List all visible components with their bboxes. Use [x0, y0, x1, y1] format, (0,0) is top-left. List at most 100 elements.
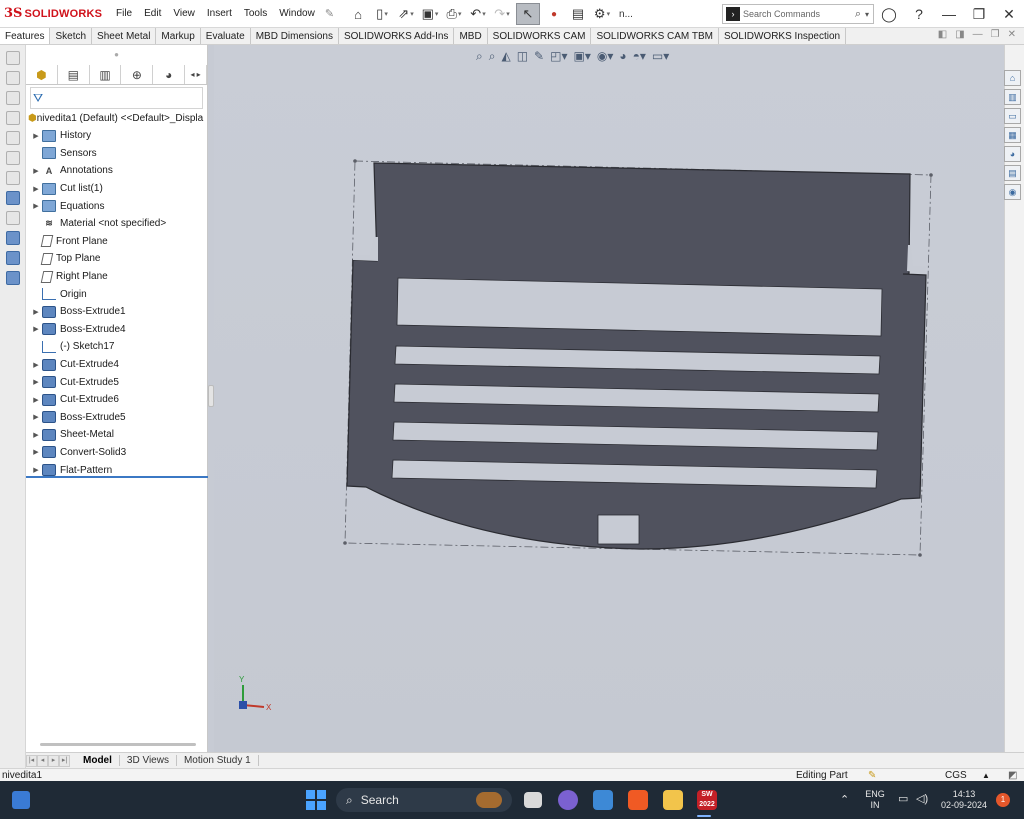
- pin-menu-icon[interactable]: ✎: [325, 7, 334, 20]
- expand-arrow-icon[interactable]: ▶: [30, 185, 42, 193]
- menu-view[interactable]: View: [167, 8, 201, 19]
- tab-inspection[interactable]: SOLIDWORKS Inspection: [719, 28, 847, 44]
- tab-motion-study[interactable]: Motion Study 1: [177, 755, 259, 766]
- tree-item-convert-solid3[interactable]: ▶ Convert-Solid3: [26, 444, 207, 462]
- feature-tool-icon[interactable]: [6, 111, 20, 125]
- expand-arrow-icon[interactable]: ▶: [30, 448, 42, 456]
- solidworks-logo[interactable]: 3S SOLIDWORKS: [0, 6, 102, 21]
- tab-sheet-metal[interactable]: Sheet Metal: [92, 28, 157, 44]
- tile-right-icon[interactable]: ◨: [955, 29, 964, 40]
- tree-item-equations[interactable]: ▶ Equations: [26, 197, 207, 215]
- user-account-icon[interactable]: ◯: [874, 6, 904, 23]
- toolbar-overflow[interactable]: n...: [616, 3, 636, 25]
- menu-edit[interactable]: Edit: [138, 8, 167, 19]
- show-hidden-icons-icon[interactable]: ⌃: [840, 793, 849, 806]
- tab-sketch[interactable]: Sketch: [50, 28, 93, 44]
- undo-icon[interactable]: ↶ ▾: [468, 3, 488, 25]
- graphics-viewport[interactable]: ⌕ ⌕ ◭ ◫ ✎ ◰▾ ▣▾ ◉▾ ◕ ◓▾ ▭▾ Y X: [214, 45, 1004, 752]
- tab-model[interactable]: Model: [76, 755, 120, 766]
- copy-tool-icon[interactable]: [6, 251, 20, 265]
- tree-item-origin[interactable]: Origin: [26, 285, 207, 303]
- file-explorer-icon[interactable]: ▭: [1004, 108, 1021, 124]
- tab-features[interactable]: Features: [0, 28, 51, 44]
- input-language[interactable]: ENG IN: [862, 789, 888, 811]
- file-explorer-taskbar-icon[interactable]: [663, 790, 683, 810]
- rebuild-status-icon[interactable]: ✎: [868, 770, 876, 781]
- feature-tool-icon[interactable]: [6, 71, 20, 85]
- feature-tool-icon[interactable]: [6, 91, 20, 105]
- tab-addins[interactable]: SOLIDWORKS Add-Ins: [339, 28, 455, 44]
- task-view-icon[interactable]: [524, 792, 542, 808]
- tree-item-front-plane[interactable]: Front Plane: [26, 233, 207, 251]
- rollback-bar[interactable]: [26, 476, 208, 478]
- tree-item-top-plane[interactable]: Top Plane: [26, 250, 207, 268]
- windows-start-icon[interactable]: [306, 790, 326, 810]
- store-app-icon[interactable]: [593, 790, 613, 810]
- solidworks-resources-icon[interactable]: ⌂: [1004, 70, 1021, 86]
- display-manager-icon[interactable]: ◕: [153, 65, 186, 84]
- search-commands-box[interactable]: › Search Commands ⌕ ▾: [722, 4, 874, 24]
- network-icon[interactable]: ▭: [898, 792, 908, 805]
- notification-badge[interactable]: 1: [996, 793, 1010, 807]
- unit-system[interactable]: CGS: [945, 770, 967, 781]
- expand-arrow-icon[interactable]: ▶: [30, 325, 42, 333]
- home-icon[interactable]: ⌂: [348, 3, 368, 25]
- first-tab-icon[interactable]: |◂: [26, 754, 37, 767]
- tree-item-right-plane[interactable]: Right Plane: [26, 268, 207, 286]
- feature-tool-icon[interactable]: [6, 151, 20, 165]
- tab-markup[interactable]: Markup: [156, 28, 201, 44]
- menu-tools[interactable]: Tools: [238, 8, 273, 19]
- design-library-icon[interactable]: ▥: [1004, 89, 1021, 105]
- expand-arrow-icon[interactable]: ▶: [30, 202, 42, 210]
- prev-tab-icon[interactable]: ◂: [37, 754, 48, 767]
- chat-app-icon[interactable]: [558, 790, 578, 810]
- help-icon[interactable]: ?: [904, 6, 934, 22]
- view-palette-icon[interactable]: ▦: [1004, 127, 1021, 143]
- last-tab-icon[interactable]: ▸|: [59, 754, 70, 767]
- menu-window[interactable]: Window: [273, 8, 321, 19]
- print-icon[interactable]: ⎙ ▾: [444, 3, 464, 25]
- tab-mbd-dimensions[interactable]: MBD Dimensions: [251, 28, 339, 44]
- custom-properties-icon[interactable]: ▤: [1004, 165, 1021, 181]
- close-button[interactable]: ✕: [994, 6, 1024, 23]
- brave-browser-icon[interactable]: [628, 790, 648, 810]
- open-icon[interactable]: ⇗ ▾: [396, 3, 416, 25]
- select-arrow-icon[interactable]: ↖: [516, 3, 540, 25]
- expand-arrow-icon[interactable]: ▶: [30, 361, 42, 369]
- volume-icon[interactable]: ◁): [916, 792, 928, 805]
- feature-tree-filter[interactable]: ⛛: [30, 87, 203, 109]
- tab-evaluate[interactable]: Evaluate: [201, 28, 251, 44]
- feature-tool-icon[interactable]: [6, 51, 20, 65]
- feature-tool-icon[interactable]: [6, 211, 20, 225]
- part-root-node[interactable]: ⬢ nivedita1 (Default) <<Default>_Displa: [26, 109, 207, 127]
- search-icon[interactable]: ⌕: [855, 8, 861, 21]
- menu-insert[interactable]: Insert: [201, 8, 238, 19]
- minimize-button[interactable]: —: [934, 6, 964, 22]
- tree-item-material-not-specified[interactable]: ≋ Material <not specified>: [26, 215, 207, 233]
- expand-arrow-icon[interactable]: ▶: [30, 378, 42, 386]
- new-document-icon[interactable]: ▯ ▾: [372, 3, 392, 25]
- doc-restore-icon[interactable]: ❐: [991, 29, 1000, 40]
- tree-horizontal-scrollbar[interactable]: [40, 743, 196, 746]
- expand-arrow-icon[interactable]: ▶: [30, 308, 42, 316]
- feature-tool-icon[interactable]: [6, 131, 20, 145]
- expand-arrow-icon[interactable]: ▶: [30, 431, 42, 439]
- feature-tool-icon[interactable]: [6, 171, 20, 185]
- tree-item-boss-extrude1[interactable]: ▶ Boss-Extrude1: [26, 303, 207, 321]
- doc-close-icon[interactable]: ✕: [1008, 29, 1016, 40]
- expand-arrow-icon[interactable]: ▶: [30, 167, 42, 175]
- doc-minimize-icon[interactable]: —: [973, 29, 983, 40]
- tree-item-boss-extrude4[interactable]: ▶ Boss-Extrude4: [26, 321, 207, 339]
- tree-item-cut-extrude6[interactable]: ▶ Cut-Extrude6: [26, 391, 207, 409]
- search-dropdown-icon[interactable]: ▾: [865, 10, 869, 19]
- solidworks-forum-icon[interactable]: ◉: [1004, 184, 1021, 200]
- display-tool-icon[interactable]: [6, 231, 20, 245]
- tree-item-sensors[interactable]: Sensors: [26, 145, 207, 163]
- taskbar-clock[interactable]: 14:13 02-09-2024: [936, 789, 992, 811]
- next-tab-icon[interactable]: ▸: [48, 754, 59, 767]
- tile-left-icon[interactable]: ◧: [938, 29, 947, 40]
- tab-3d-views[interactable]: 3D Views: [120, 755, 177, 766]
- widgets-icon[interactable]: [12, 791, 30, 809]
- file-properties-icon[interactable]: ▤: [568, 3, 588, 25]
- tree-item-cut-extrude5[interactable]: ▶ Cut-Extrude5: [26, 373, 207, 391]
